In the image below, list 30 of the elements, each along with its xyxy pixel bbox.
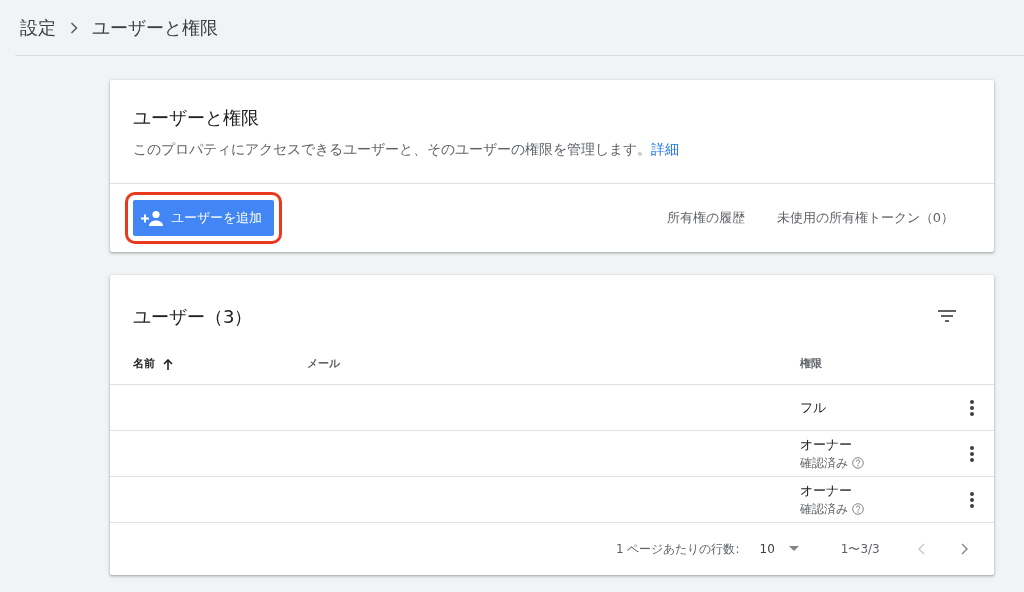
filter-icon[interactable] [938, 310, 956, 322]
column-header[interactable]: 権限 [800, 355, 822, 373]
description: このプロパティにアクセスできるユーザーと、そのユーザーの権限を管理します。詳細 [133, 140, 680, 159]
column-header[interactable]: 名前 [133, 355, 155, 373]
permission-text: フル [800, 398, 827, 417]
permission-text: オーナー [800, 435, 853, 454]
help-icon [852, 457, 864, 470]
more-menu-icon[interactable] [970, 400, 974, 417]
dropdown-caret-icon [788, 546, 799, 552]
page-title: ユーザーと権限 [92, 16, 218, 40]
help-icon [852, 503, 864, 516]
permission-text: オーナー [800, 481, 853, 500]
card-title: ユーザーと権限 [133, 106, 260, 130]
status-text: 確認済み [800, 501, 848, 519]
rows-per-page-label: 1 ページあたりの行数: [616, 541, 740, 558]
text-link[interactable]: 所有権の履歴 [666, 208, 745, 228]
chevron-right-icon [70, 21, 78, 34]
column-header[interactable]: メール [307, 355, 340, 373]
more-menu-icon[interactable] [970, 446, 974, 463]
rows-per-page-select[interactable]: 10 [759, 540, 799, 558]
sort-arrow-icon[interactable] [163, 358, 173, 370]
status-text: 確認済み [800, 455, 848, 473]
chevron-right-icon[interactable] [960, 543, 968, 555]
more-menu-icon[interactable] [970, 492, 974, 509]
page-range: 1〜3/3 [840, 541, 880, 558]
text-link[interactable]: 未使用の所有権トークン（0） [776, 208, 954, 228]
breadcrumb-link[interactable]: 設定 [20, 14, 56, 41]
details-link[interactable]: 詳細 [651, 141, 679, 157]
add-person-icon [141, 210, 163, 226]
card-title: ユーザー（3） [133, 304, 253, 329]
